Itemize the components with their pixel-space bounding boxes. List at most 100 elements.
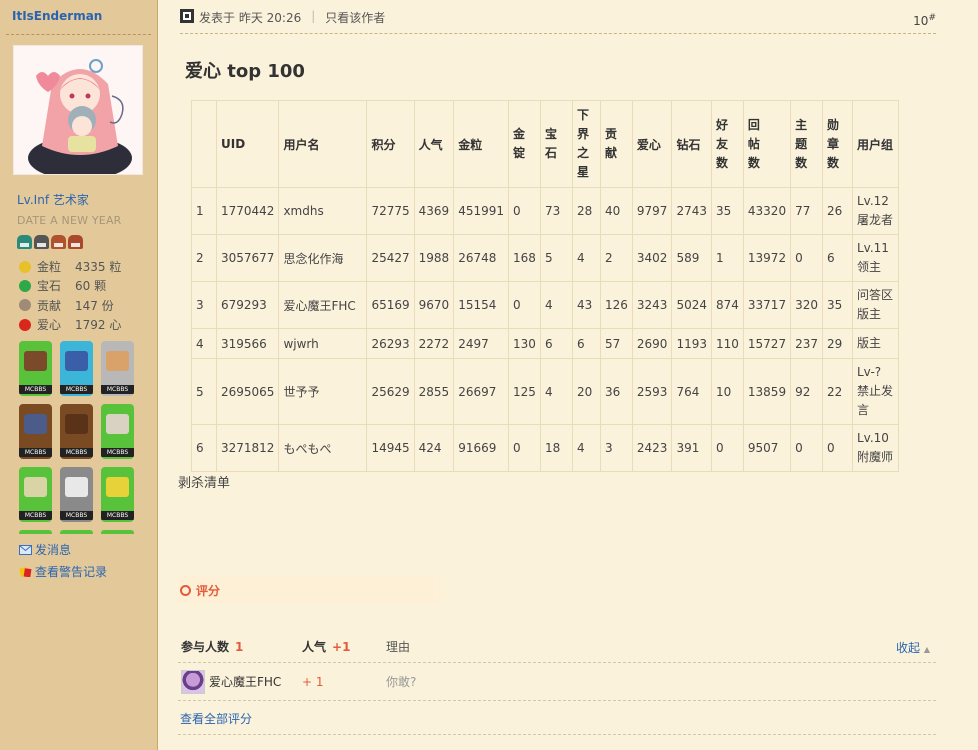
apple-heart-icon xyxy=(19,318,31,331)
send-message-link[interactable]: 发消息 xyxy=(19,541,71,558)
gold-nugget-icon xyxy=(19,260,31,273)
collapse-button[interactable]: 收起 ▲ xyxy=(896,639,930,656)
helmet-icon xyxy=(34,235,49,249)
column-header xyxy=(191,100,217,188)
contribution-icon xyxy=(19,299,31,312)
author-level[interactable]: Lv.Inf 艺术家 xyxy=(17,191,89,208)
table-cell: 874 xyxy=(711,281,744,329)
view-warnings-link[interactable]: 查看警告记录 xyxy=(19,563,107,580)
medal-map[interactable]: MCBBS xyxy=(19,467,52,522)
medal-cake[interactable]: MCBBS xyxy=(101,341,134,396)
popularity-total: +1 xyxy=(332,639,351,654)
medal-gold-block[interactable]: MCBBS xyxy=(101,467,134,522)
table-cell: 65169 xyxy=(366,281,415,329)
table-cell: 2690 xyxy=(631,328,673,359)
table-cell: 思念化作海 xyxy=(278,234,368,282)
send-message-label: 发消息 xyxy=(35,543,72,557)
medal-tag: MCBBS xyxy=(60,385,93,394)
column-header-label: 用户组 xyxy=(857,137,894,152)
rating-row: 爱心魔王FHC + 1 你敢? xyxy=(178,663,936,701)
table-cell: 6 xyxy=(572,328,601,359)
table-cell: 20 xyxy=(572,358,601,425)
table-cell: 6 xyxy=(540,328,573,359)
reason-label: 理由 xyxy=(386,639,411,654)
floor-number-value: 10 xyxy=(913,14,929,28)
collapse-label: 收起 xyxy=(896,641,921,655)
table-cell: 1988 xyxy=(413,234,455,282)
medal-leather-tunic[interactable]: MCBBS xyxy=(60,404,93,459)
medal-feather[interactable]: MCBBS xyxy=(60,467,93,522)
helmet-icon xyxy=(51,235,66,249)
medal-blue-figure[interactable]: MCBBS xyxy=(60,341,93,396)
view-warnings-label: 查看警告记录 xyxy=(35,565,108,579)
column-header: 人气 xyxy=(413,100,455,188)
medal-painting[interactable]: MCBBS xyxy=(19,404,52,459)
column-header: 金粒 xyxy=(453,100,509,188)
table-cell: 391 xyxy=(671,424,712,472)
kill-list-text: 剥杀清单 xyxy=(178,476,231,491)
column-header-label: 下界之星 xyxy=(577,108,590,179)
column-header: 用户组 xyxy=(852,100,899,188)
table-cell: 168 xyxy=(508,234,541,282)
column-header: 好友数 xyxy=(711,100,744,188)
table-cell: 2 xyxy=(191,234,217,282)
author-avatar[interactable] xyxy=(13,45,143,175)
column-header-label: 宝石 xyxy=(545,127,558,160)
only-author-link[interactable]: 只看该作者 xyxy=(325,9,385,26)
qr-code-icon[interactable] xyxy=(180,9,194,23)
stat-label: 爱心 xyxy=(37,318,62,333)
table-cell: 35 xyxy=(711,187,744,235)
table-cell: 5 xyxy=(191,358,217,425)
table-cell: 1193 xyxy=(671,328,712,359)
helmet-icon xyxy=(17,235,32,249)
rater-avatar[interactable] xyxy=(181,669,205,694)
table-cell: 26293 xyxy=(366,328,415,359)
table-cell: 36 xyxy=(600,358,633,425)
view-all-ratings-link[interactable]: 查看全部评分 xyxy=(180,710,252,727)
table-cell: 4 xyxy=(540,358,573,425)
table-cell: 29 xyxy=(822,328,853,359)
table-cell: 世予予 xyxy=(278,358,368,425)
medal-tag: MCBBS xyxy=(19,448,52,457)
medal-partial xyxy=(60,530,93,534)
column-header: 金锭 xyxy=(508,100,541,188)
column-header-label: 好友数 xyxy=(716,117,729,170)
table-row: 2 3057677 思念化作海 25427 1988 26748 168 5 4 2 3402 589… xyxy=(191,234,899,282)
column-header: 主题数 xyxy=(790,100,823,188)
table-cell: 3 xyxy=(600,424,633,472)
participants-label: 参与人数 xyxy=(181,639,230,654)
table-cell: 0 xyxy=(508,424,541,472)
table-cell: 0 xyxy=(711,424,744,472)
medal-map-book[interactable]: MCBBS xyxy=(101,404,134,459)
author-username[interactable]: ItIsEnderman xyxy=(12,9,102,23)
floor-number[interactable]: 10# xyxy=(913,13,936,28)
medal-tag: MCBBS xyxy=(19,385,52,394)
medal-picture xyxy=(65,414,88,434)
column-header-label: 人气 xyxy=(418,137,443,152)
table-cell: Lv.11 领主 xyxy=(852,234,899,282)
table-cell: 26697 xyxy=(453,358,509,425)
table-cell: 0 xyxy=(790,424,823,472)
table-cell: 15727 xyxy=(742,328,792,359)
column-header: 积分 xyxy=(366,100,415,188)
table-cell: 2423 xyxy=(631,424,673,472)
table-cell: 爱心魔王FHC xyxy=(278,281,368,329)
column-header-label: 贡献 xyxy=(605,127,618,160)
table-cell: 4 xyxy=(572,424,601,472)
table-cell: 424 xyxy=(413,424,455,472)
table-cell: 5024 xyxy=(671,281,712,329)
rater-name[interactable]: 爱心魔王FHC xyxy=(209,673,281,690)
envelope-icon xyxy=(19,544,32,555)
popularity-label: 人气 xyxy=(302,639,327,654)
column-header-label: 金粒 xyxy=(458,137,483,152)
table-cell: Lv-? 禁止发言 xyxy=(852,358,899,425)
medal-picture xyxy=(106,477,129,497)
rating-circle-icon xyxy=(180,584,191,596)
column-header: UID xyxy=(215,100,280,188)
column-header-label: 爱心 xyxy=(636,137,661,152)
medal-picture xyxy=(24,414,47,434)
medal-book[interactable]: MCBBS xyxy=(19,341,52,396)
table-cell: 26 xyxy=(822,187,853,235)
medal-tag: MCBBS xyxy=(60,511,93,520)
chevron-up-icon: ▲ xyxy=(923,645,930,654)
